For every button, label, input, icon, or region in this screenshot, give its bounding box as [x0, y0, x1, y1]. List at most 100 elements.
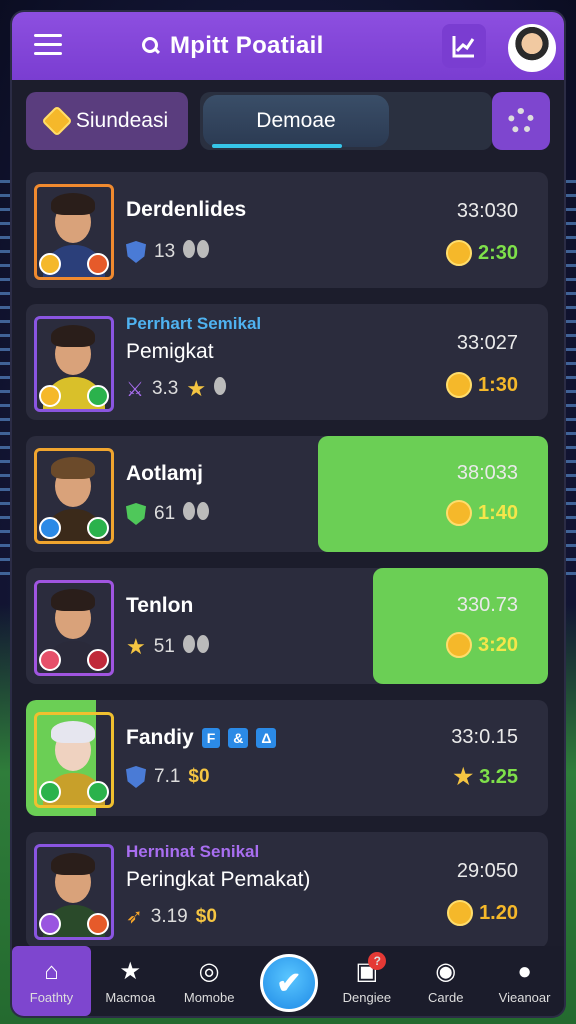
user-icon: ● — [517, 957, 532, 985]
player-stats: ➶ 3.19 $0 — [126, 904, 217, 929]
level-badge — [39, 253, 61, 275]
level-badge — [39, 913, 61, 935]
search-icon[interactable] — [142, 37, 160, 55]
hamburger-menu-icon[interactable] — [34, 34, 62, 56]
tab-demoae[interactable]: Demoae — [203, 95, 389, 147]
shield-icon — [126, 503, 146, 525]
team-badge-1: F — [201, 728, 221, 748]
rank-badge — [87, 517, 109, 539]
star-icon: ★ — [186, 376, 207, 401]
level-badge — [39, 517, 61, 539]
timer-text: 33:027 — [456, 332, 518, 354]
player-tag: Perrhart Semikal — [126, 314, 262, 333]
nav-momobe[interactable]: ◎ Momobe — [170, 946, 249, 1016]
portrait-hair — [51, 721, 95, 743]
nav-label: Carde — [428, 989, 464, 1005]
timer-text: 33:0.15 — [451, 726, 518, 748]
nav-label: Foathty — [29, 989, 74, 1005]
list-item[interactable]: Fandiy F & Δ 7.1 $0 33:0.15 ★ 3.25 — [26, 700, 548, 816]
coin-icon — [445, 632, 472, 658]
player-name-row: Fandiy F & Δ — [126, 726, 277, 750]
timer-text: 38:033 — [456, 462, 518, 484]
level-badge — [39, 781, 61, 803]
level-badge — [39, 649, 61, 671]
stat-value: 51 — [153, 636, 175, 657]
stat-value: 7.1 — [154, 766, 181, 787]
rank-badge — [87, 781, 109, 803]
nav-macmoa[interactable]: ★ Macmoa — [91, 946, 170, 1016]
drop-icon — [183, 502, 211, 526]
player-portrait — [34, 844, 114, 940]
nav-dengiee[interactable]: ▣ ? Dengiee — [327, 946, 406, 1016]
player-portrait — [34, 184, 114, 280]
player-name: Aotlamj — [126, 462, 204, 485]
star-icon: ★ — [119, 958, 142, 985]
highlight-panel — [318, 436, 548, 552]
coin-icon — [447, 900, 474, 926]
tab-active-indicator — [212, 144, 342, 148]
player-name: Derdenlides — [126, 198, 247, 221]
team-badge-2: & — [228, 728, 249, 748]
player-name: Fandiy — [126, 726, 194, 749]
player-tag: Herninat Senikal — [126, 842, 260, 861]
nav-vieanoar[interactable]: ● Vieanoar — [485, 946, 564, 1016]
profile-search-icon: ◉ — [435, 958, 457, 985]
portrait-hair — [51, 325, 95, 347]
player-stats: 61 — [126, 502, 211, 526]
chart-button[interactable] — [442, 24, 486, 68]
timer-text: 29:050 — [456, 860, 518, 882]
portrait-hair — [51, 457, 95, 479]
coin-value: 3.25 — [479, 765, 518, 788]
player-portrait — [34, 580, 114, 676]
user-avatar[interactable] — [508, 24, 556, 72]
list-item[interactable]: Perrhart Semikal Pemigkat ⚔ 3.3 ★ 33:027… — [26, 304, 548, 420]
rank-badge — [87, 253, 109, 275]
nav-home[interactable]: ⌂ Foathty — [12, 946, 91, 1016]
shield-icon — [126, 766, 146, 788]
player-name: Peringkat Pemakat) — [126, 868, 311, 891]
notification-badge: ? — [368, 952, 387, 970]
check-action-button[interactable]: ✔ — [260, 954, 318, 1012]
coin-value: 2:30 — [477, 241, 518, 264]
stat-value: 3.19 — [150, 905, 188, 927]
coin-reward: 1:40 — [445, 500, 518, 526]
team-badge-3: Δ — [256, 728, 277, 748]
player-name: Pemigkat — [126, 340, 214, 363]
stat-value: 61 — [154, 503, 176, 524]
coin-value: 1:40 — [477, 501, 518, 524]
settings-button[interactable] — [492, 92, 550, 150]
player-portrait — [34, 712, 114, 808]
nav-label: Macmoa — [105, 989, 156, 1005]
nav-label: Momobe — [183, 989, 235, 1005]
star-icon: ★ — [126, 634, 146, 659]
list-item[interactable]: Aotlamj 61 38:033 1:40 — [26, 436, 548, 552]
list-item[interactable]: Derdenlides 13 33:030 2:30 — [26, 172, 548, 288]
portrait-hair — [51, 853, 95, 875]
bonus-value: $0 — [188, 766, 210, 787]
tab-siundeasi[interactable]: Siundeasi — [26, 92, 188, 150]
list-item[interactable]: Tenlon ★ 51 330.73 3:20 — [26, 568, 548, 684]
level-badge — [39, 385, 61, 407]
check-icon: ✔ — [276, 966, 302, 1000]
bonus-value: $0 — [195, 905, 217, 927]
tab-group: Demoae — [200, 92, 492, 150]
coin-value: 1:30 — [477, 373, 518, 396]
coin-reward: ★ 3.25 — [453, 764, 518, 790]
drop-icon — [183, 240, 211, 264]
list-item[interactable]: Herninat Senikal Peringkat Pemakat) ➶ 3.… — [26, 832, 548, 948]
drop-icon — [214, 377, 228, 401]
player-stats: ⚔ 3.3 ★ — [126, 376, 228, 402]
rank-badge — [87, 649, 109, 671]
app-frame: Mpitt Poatiail Siundeasi Demoae Derdenli… — [12, 12, 564, 1016]
player-stats: 7.1 $0 — [126, 766, 210, 788]
rank-badge — [87, 913, 109, 935]
player-portrait — [34, 316, 114, 412]
coin-icon — [445, 500, 472, 526]
gem-icon — [41, 105, 73, 137]
player-portrait — [34, 448, 114, 544]
nav-carde[interactable]: ◉ Carde — [406, 946, 485, 1016]
portrait-hair — [51, 193, 95, 215]
gear-icon — [508, 108, 534, 134]
stat-value: 3.3 — [151, 378, 179, 399]
sword-icon: ⚔ — [126, 378, 144, 401]
